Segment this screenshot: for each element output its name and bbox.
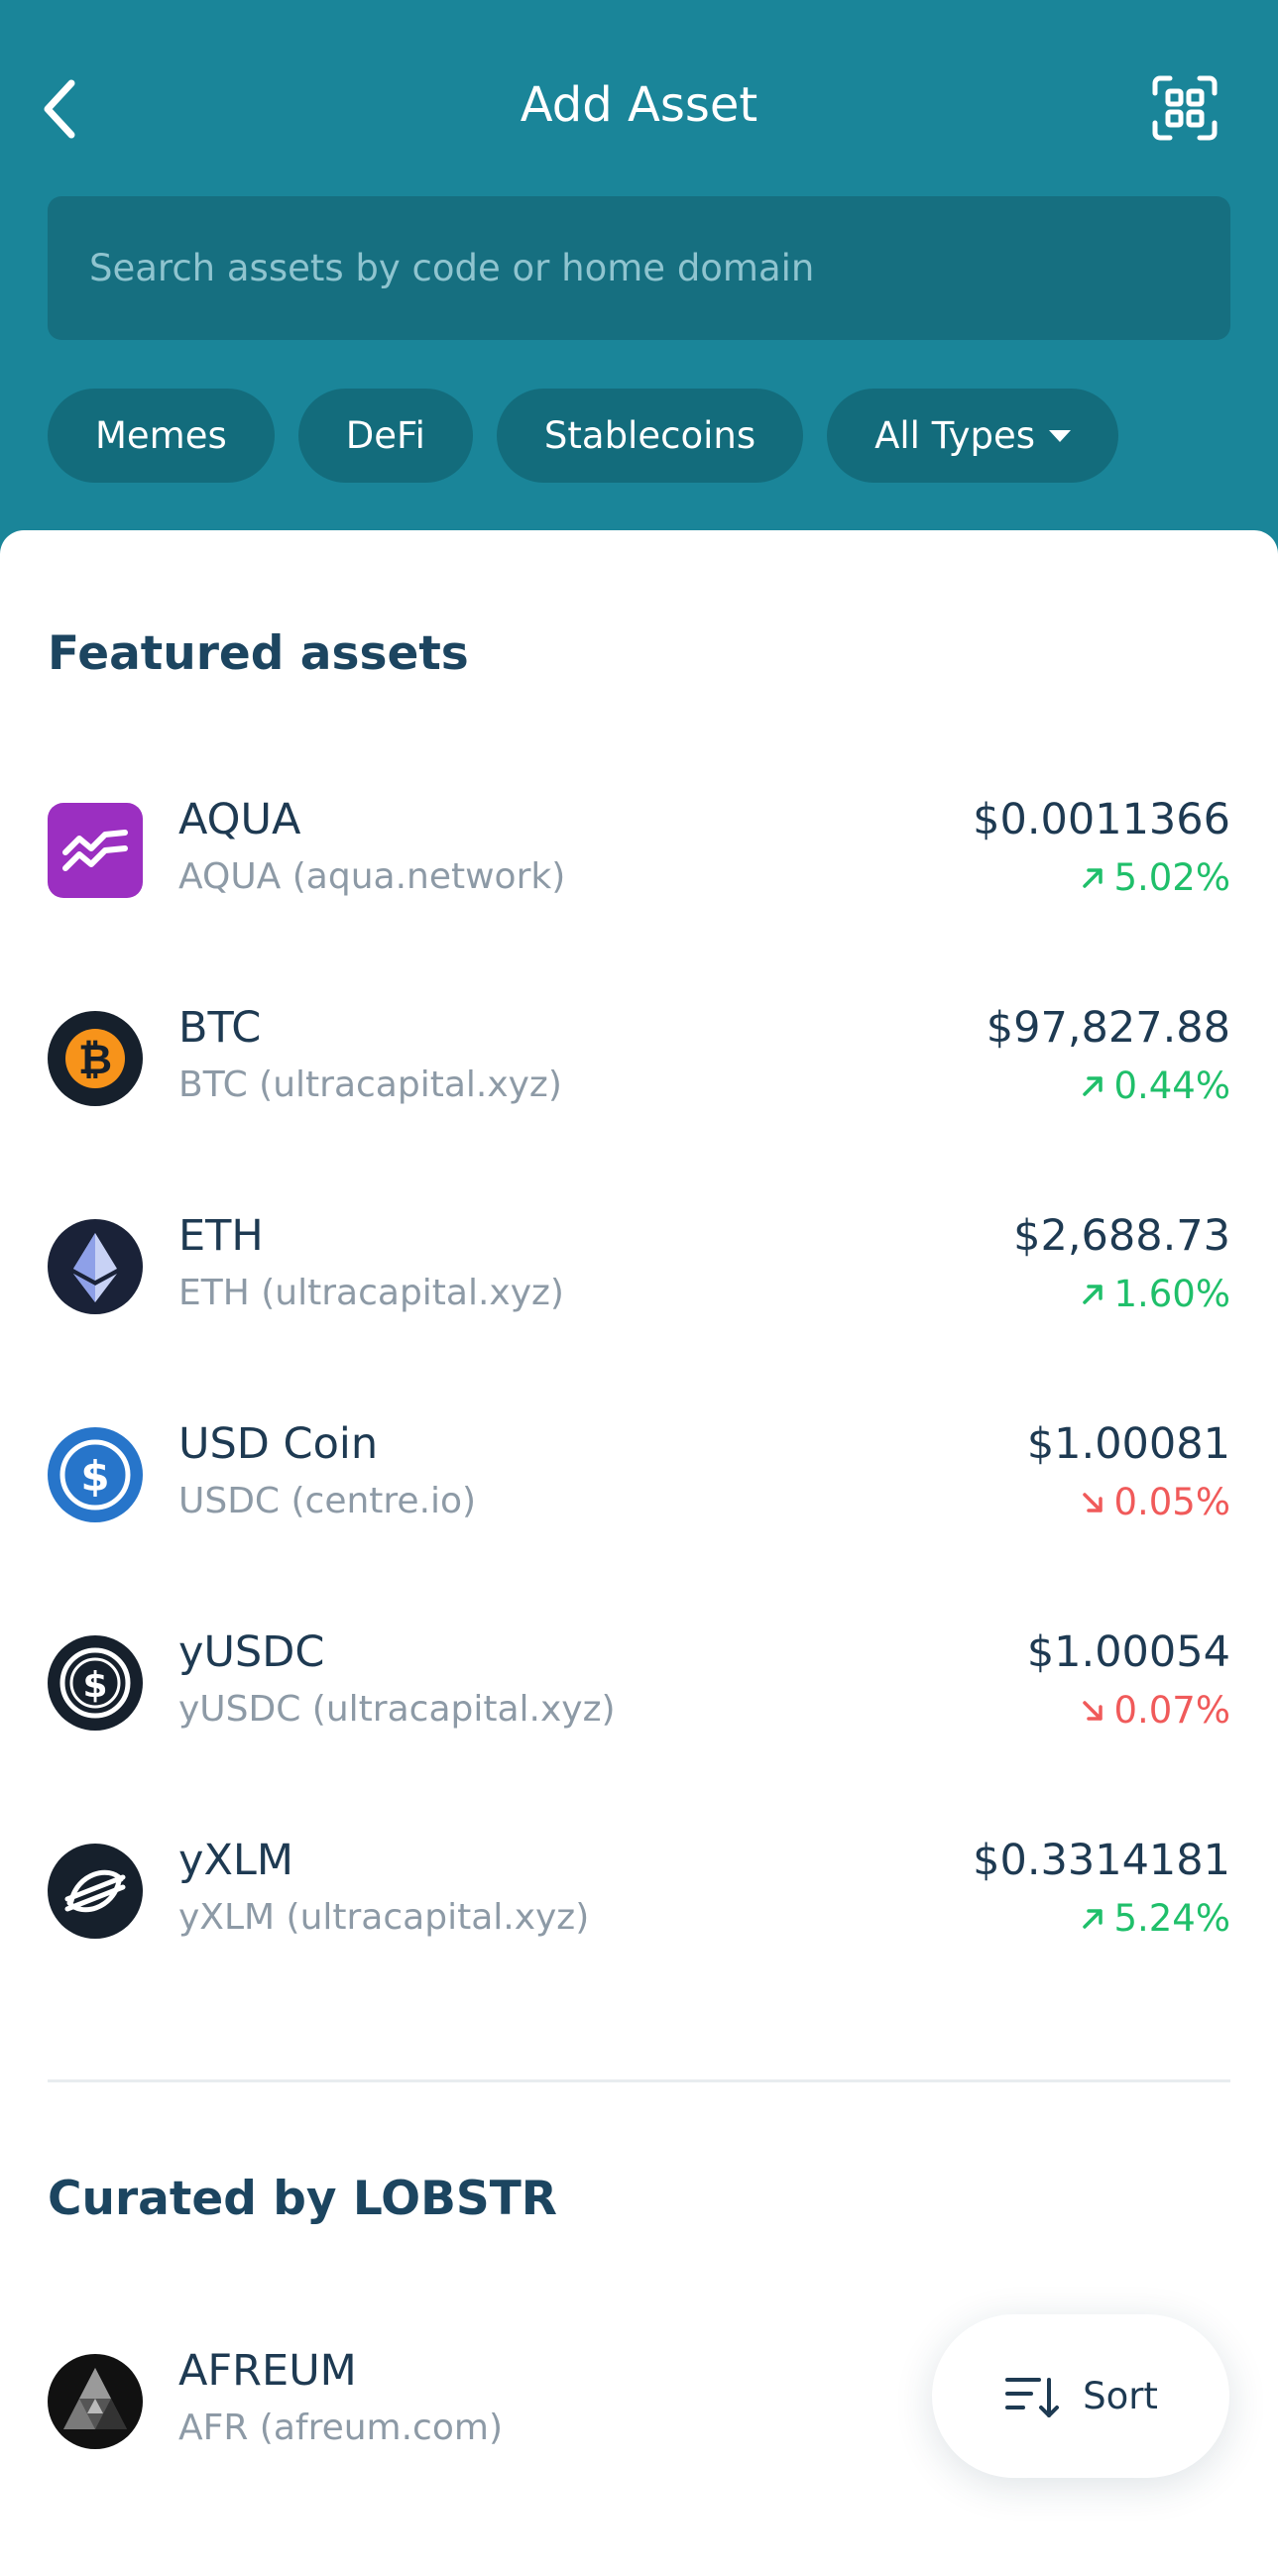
- asset-price: $0.0011366: [973, 795, 1230, 844]
- section-divider: [48, 2079, 1230, 2082]
- asset-domain: AFR (afreum.com): [178, 2408, 503, 2448]
- asset-domain: yUSDC (ultracapital.xyz): [178, 1689, 616, 1730]
- asset-change: 0.07%: [1080, 1689, 1230, 1732]
- asset-change-value: 5.24%: [1113, 1897, 1230, 1940]
- chip-label: Memes: [95, 414, 227, 457]
- chip-label: All Types: [874, 414, 1035, 457]
- asset-row-btc[interactable]: ₿ BTC BTC (ultracapital.xyz) $97,827.88 …: [0, 981, 1278, 1140]
- arrow-up-right-icon: [1083, 1908, 1104, 1929]
- asset-price: $0.3314181: [973, 1836, 1230, 1885]
- afreum-icon: [48, 2354, 143, 2449]
- asset-row-aqua[interactable]: AQUA AQUA (aqua.network) $0.0011366 5.02…: [0, 773, 1278, 932]
- asset-list-sheet: Featured assets AQUA AQUA (aqua.network)…: [0, 530, 1278, 2576]
- qr-scan-icon: [1152, 75, 1218, 141]
- filter-chips: Memes DeFi Stablecoins All Types: [48, 389, 1118, 483]
- usdc-icon: $: [48, 1427, 143, 1522]
- asset-row-yusdc[interactable]: $ yUSDC yUSDC (ultracapital.xyz) $1.0005…: [0, 1606, 1278, 1764]
- asset-name: USD Coin: [178, 1419, 379, 1469]
- asset-name: AFREUM: [178, 2346, 357, 2396]
- ethereum-icon: [48, 1219, 143, 1314]
- filter-chip-memes[interactable]: Memes: [48, 389, 275, 483]
- asset-price: $97,827.88: [986, 1003, 1230, 1053]
- asset-price: $2,688.73: [1013, 1211, 1230, 1261]
- asset-row-eth[interactable]: ETH ETH (ultracapital.xyz) $2,688.73 1.6…: [0, 1189, 1278, 1348]
- sort-icon: [1005, 2377, 1060, 2417]
- arrow-down-right-icon: [1083, 1492, 1104, 1512]
- svg-text:$: $: [80, 1452, 109, 1501]
- asset-domain: yXLM (ultracapital.xyz): [178, 1897, 590, 1938]
- asset-domain: AQUA (aqua.network): [178, 856, 566, 897]
- stellar-icon: [48, 1844, 143, 1939]
- curated-section-title: Curated by LOBSTR: [48, 2172, 557, 2226]
- asset-change-value: 0.05%: [1113, 1481, 1230, 1523]
- filter-chip-defi[interactable]: DeFi: [297, 389, 473, 483]
- arrow-up-right-icon: [1083, 1284, 1104, 1304]
- sort-label: Sort: [1083, 2375, 1158, 2417]
- caret-down-icon: [1049, 429, 1071, 442]
- asset-change: 5.24%: [1080, 1897, 1230, 1940]
- asset-domain: USDC (centre.io): [178, 1481, 477, 1521]
- aqua-icon: [48, 803, 143, 898]
- asset-domain: BTC (ultracapital.xyz): [178, 1064, 562, 1105]
- bitcoin-icon: ₿: [48, 1011, 143, 1106]
- asset-name: BTC: [178, 1003, 262, 1053]
- asset-row-yxlm[interactable]: yXLM yXLM (ultracapital.xyz) $0.3314181 …: [0, 1814, 1278, 1972]
- asset-change-value: 5.02%: [1113, 856, 1230, 899]
- filter-chip-all-types[interactable]: All Types: [827, 389, 1118, 483]
- asset-name: ETH: [178, 1211, 264, 1261]
- header: Add Asset Memes DeFi Stablecoins All Typ…: [0, 0, 1278, 555]
- filter-chip-stablecoins[interactable]: Stablecoins: [496, 389, 804, 483]
- scan-button[interactable]: [1150, 73, 1220, 143]
- arrow-up-right-icon: [1083, 1075, 1104, 1096]
- chip-label: Stablecoins: [543, 414, 756, 457]
- asset-change: 5.02%: [1080, 856, 1230, 899]
- asset-change: 0.44%: [1080, 1064, 1230, 1107]
- yusdc-icon: $: [48, 1635, 143, 1731]
- page-title: Add Asset: [520, 77, 758, 133]
- asset-price: $1.00054: [1026, 1627, 1230, 1677]
- asset-change-value: 1.60%: [1113, 1273, 1230, 1315]
- asset-price: $1.00081: [1026, 1419, 1230, 1469]
- asset-domain: ETH (ultracapital.xyz): [178, 1273, 564, 1313]
- asset-row-usdc[interactable]: $ USD Coin USDC (centre.io) $1.00081 0.0…: [0, 1398, 1278, 1556]
- asset-change-value: 0.07%: [1113, 1689, 1230, 1732]
- search-input[interactable]: [48, 196, 1230, 340]
- featured-section-title: Featured assets: [48, 626, 469, 681]
- asset-name: AQUA: [178, 795, 301, 844]
- asset-change-value: 0.44%: [1113, 1064, 1230, 1107]
- svg-text:$: $: [82, 1665, 107, 1706]
- svg-text:₿: ₿: [78, 1035, 112, 1083]
- asset-change: 0.05%: [1080, 1481, 1230, 1523]
- asset-change: 1.60%: [1080, 1273, 1230, 1315]
- arrow-down-right-icon: [1083, 1700, 1104, 1721]
- arrow-up-right-icon: [1083, 867, 1104, 888]
- chip-label: DeFi: [345, 414, 425, 457]
- sort-button[interactable]: Sort: [932, 2314, 1229, 2478]
- asset-name: yXLM: [178, 1836, 293, 1885]
- asset-name: yUSDC: [178, 1627, 325, 1677]
